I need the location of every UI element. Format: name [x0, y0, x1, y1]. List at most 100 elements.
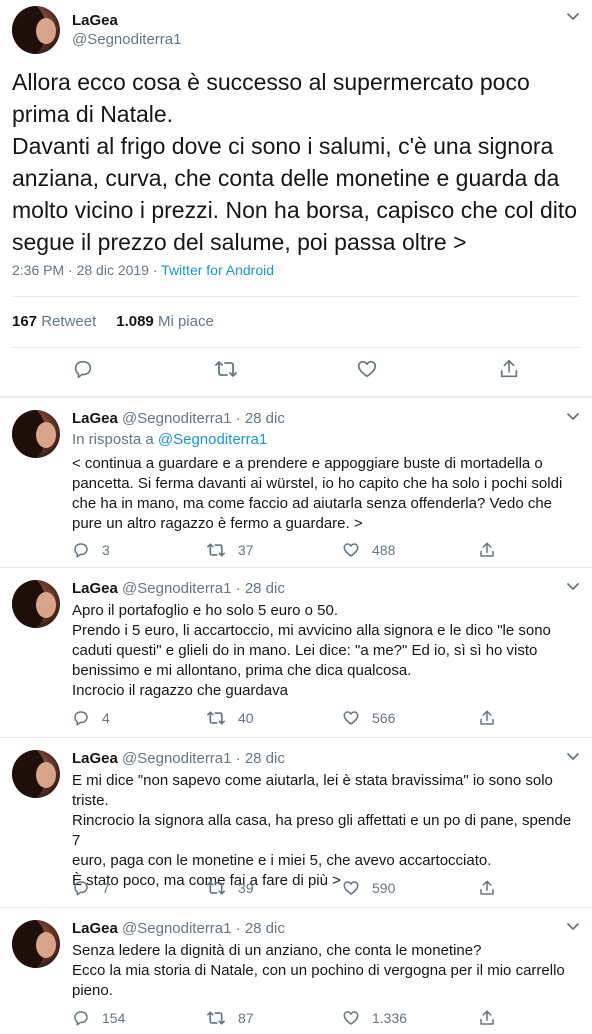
- share-icon: [480, 710, 494, 725]
- retweet-icon: [207, 1011, 225, 1025]
- tweet-source-link[interactable]: Twitter for Android: [161, 262, 274, 278]
- author-name[interactable]: LaGea: [72, 580, 118, 597]
- reply-button[interactable]: 4: [72, 708, 110, 728]
- reply-count: 7: [102, 880, 110, 896]
- retweet-count: 87: [238, 1010, 254, 1026]
- like-count: 1.336: [372, 1010, 408, 1026]
- retweet-icon: [207, 881, 225, 895]
- reply-header: LaGea @Segnoditerra1 · 28 dic: [72, 580, 285, 597]
- share-icon: [480, 542, 494, 557]
- likes-count: 1.089: [116, 313, 154, 330]
- retweet-button[interactable]: 40: [206, 708, 254, 728]
- divider: [12, 347, 580, 348]
- author-name[interactable]: LaGea: [72, 410, 118, 427]
- like-icon: [343, 543, 359, 557]
- like-count: 566: [372, 710, 396, 726]
- chevron-down-icon[interactable]: [566, 412, 580, 422]
- tweet-actions: [0, 358, 592, 386]
- like-button[interactable]: 1.336: [342, 1008, 407, 1028]
- reply-actions: 4 40 566: [72, 708, 572, 728]
- retweets-stat[interactable]: 167 Retweet: [12, 313, 96, 330]
- chevron-down-icon[interactable]: [566, 922, 580, 932]
- reply-button[interactable]: 7: [72, 878, 110, 898]
- chevron-down-icon[interactable]: [566, 752, 580, 762]
- reply-text: Apro il portafoglio e ho solo 5 euro o 5…: [72, 602, 551, 699]
- like-button[interactable]: 488: [342, 540, 395, 560]
- retweet-count: 39: [238, 880, 254, 896]
- retweet-button[interactable]: 87: [206, 1008, 254, 1028]
- reply-tweet[interactable]: LaGea @Segnoditerra1 · 28 dic In rispost…: [0, 398, 592, 566]
- reply-tweet[interactable]: LaGea @Segnoditerra1 · 28 dic E mi dice …: [0, 738, 592, 906]
- reply-icon: [74, 711, 88, 726]
- avatar[interactable]: [12, 580, 60, 628]
- likes-label: Mi piace: [157, 313, 214, 330]
- tweet-meta: 2:36 PM · 28 dic 2019 · Twitter for Andr…: [12, 262, 274, 278]
- retweet-icon: [207, 711, 225, 725]
- reply-text: Senza ledere la dignità di un anziano, c…: [72, 942, 565, 999]
- avatar[interactable]: [12, 750, 60, 798]
- reply-header: LaGea @Segnoditerra1 · 28 dic: [72, 920, 285, 937]
- chevron-down-icon[interactable]: [566, 582, 580, 592]
- tweet-stats: 167 Retweet 1.089 Mi piace: [12, 313, 214, 330]
- avatar[interactable]: [12, 410, 60, 458]
- share-button[interactable]: [478, 708, 508, 728]
- reply-tweet[interactable]: LaGea @Segnoditerra1 · 28 dic Apro il po…: [0, 568, 592, 736]
- in-reply-handle-link[interactable]: @Segnoditerra1: [158, 431, 267, 448]
- author-handle[interactable]: @Segnoditerra1: [72, 31, 181, 48]
- retweets-count: 167: [12, 313, 38, 330]
- reply-count: 3: [102, 542, 110, 558]
- share-icon: [480, 880, 494, 895]
- avatar[interactable]: [12, 6, 60, 54]
- author-handle-date[interactable]: @Segnoditerra1 · 28 dic: [122, 920, 285, 937]
- like-icon: [343, 881, 359, 895]
- share-button[interactable]: [478, 1008, 508, 1028]
- likes-stat[interactable]: 1.089 Mi piace: [116, 313, 214, 330]
- reply-button[interactable]: 3: [72, 540, 110, 560]
- author-name[interactable]: LaGea: [72, 12, 118, 29]
- tweet-time: 2:36 PM · 28 dic 2019 ·: [12, 262, 162, 278]
- like-count: 590: [372, 880, 396, 896]
- reply-header: LaGea @Segnoditerra1 · 28 dic: [72, 750, 285, 767]
- reply-actions: 3 37 488: [72, 540, 572, 560]
- in-reply-to: In risposta a @Segnoditerra1: [72, 431, 267, 448]
- like-icon[interactable]: [356, 358, 380, 382]
- author-handle-date[interactable]: @Segnoditerra1 · 28 dic: [122, 580, 285, 597]
- share-button[interactable]: [478, 878, 508, 898]
- retweet-count: 40: [238, 710, 254, 726]
- main-tweet: LaGea @Segnoditerra1 Allora ecco cosa è …: [0, 0, 592, 396]
- author-handle-date[interactable]: @Segnoditerra1 · 28 dic: [122, 750, 285, 767]
- like-button[interactable]: 566: [342, 708, 395, 728]
- share-button[interactable]: [478, 540, 508, 560]
- author-name[interactable]: LaGea: [72, 750, 118, 767]
- like-count: 488: [372, 542, 396, 558]
- like-icon: [343, 1011, 359, 1025]
- reply-button[interactable]: 154: [72, 1008, 125, 1028]
- reply-text: < continua a guardare e a prendere e app…: [72, 455, 563, 532]
- tweet-text: Allora ecco cosa è successo al supermerc…: [12, 69, 578, 255]
- reply-icon[interactable]: [72, 358, 96, 382]
- reply-icon: [74, 543, 88, 558]
- reply-actions: 154 87 1.336: [72, 1008, 572, 1028]
- reply-tweet[interactable]: LaGea @Segnoditerra1 · 28 dic Senza lede…: [0, 908, 592, 1034]
- reply-count: 4: [102, 710, 110, 726]
- retweets-label: Retweet: [41, 313, 97, 330]
- retweet-button[interactable]: 39: [206, 878, 254, 898]
- reply-count: 154: [102, 1010, 126, 1026]
- reply-icon: [74, 1011, 88, 1026]
- share-icon: [480, 1010, 494, 1025]
- avatar[interactable]: [12, 920, 60, 968]
- retweet-count: 37: [238, 542, 254, 558]
- retweet-icon[interactable]: [214, 358, 238, 382]
- author-handle-date[interactable]: @Segnoditerra1 · 28 dic: [122, 410, 285, 427]
- like-icon: [343, 711, 359, 725]
- reply-text: E mi dice "non sapevo come aiutarla, lei…: [72, 772, 572, 889]
- share-icon[interactable]: [498, 358, 522, 382]
- in-reply-prefix: In risposta a: [72, 431, 158, 448]
- retweet-icon: [207, 543, 225, 557]
- chevron-down-icon[interactable]: [566, 12, 580, 22]
- like-button[interactable]: 590: [342, 878, 395, 898]
- retweet-button[interactable]: 37: [206, 540, 254, 560]
- divider: [12, 296, 580, 297]
- author-name[interactable]: LaGea: [72, 920, 118, 937]
- reply-icon: [74, 881, 88, 896]
